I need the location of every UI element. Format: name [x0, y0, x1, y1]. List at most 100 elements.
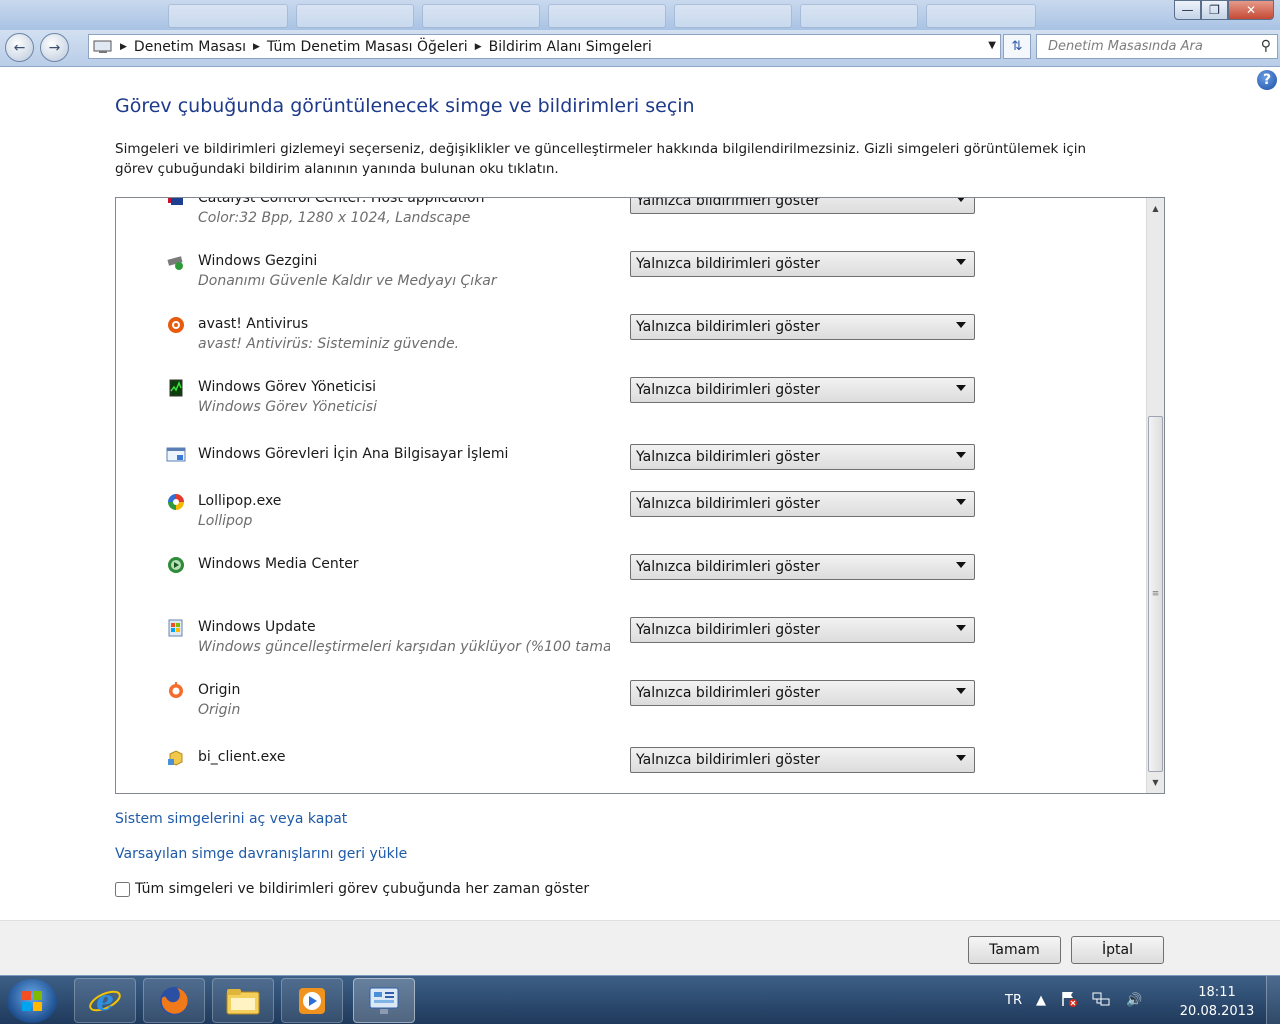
- close-button[interactable]: ✕: [1228, 0, 1274, 20]
- item-description: Windows güncelleştirmeleri karşıdan yükl…: [198, 639, 610, 655]
- page-title: Görev çubuğunda görüntülenecek simge ve …: [115, 95, 695, 117]
- background-tab: [296, 4, 414, 28]
- list-item: Origin Origin Yalnızca bildirimleri göst…: [116, 680, 1146, 732]
- dropdown-arrow-icon: [956, 625, 966, 631]
- item-description: Origin: [198, 702, 241, 718]
- windows-explorer-icon: [226, 988, 260, 1014]
- list-item: avast! Antivirus avast! Antivirüs: Siste…: [116, 314, 1146, 366]
- grip-icon: ≡: [1151, 589, 1160, 599]
- behavior-dropdown[interactable]: Yalnızca bildirimleri göster: [630, 314, 975, 340]
- breadcrumb-separator-icon[interactable]: ▶: [253, 42, 260, 52]
- item-description: Color:32 Bpp, 1280 x 1024, Landscape: [198, 210, 471, 226]
- address-bar[interactable]: ▶ Denetim Masası ▶ Tüm Denetim Masası Öğ…: [88, 34, 1001, 59]
- show-hidden-icons-icon[interactable]: ▲: [1036, 993, 1046, 1008]
- background-tab: [548, 4, 666, 28]
- item-name: Origin: [198, 682, 241, 698]
- behavior-dropdown[interactable]: Yalnızca bildirimleri göster: [630, 377, 975, 403]
- cancel-button[interactable]: İptal: [1071, 936, 1164, 964]
- breadcrumb-all-items[interactable]: Tüm Denetim Masası Öğeleri: [267, 39, 468, 55]
- item-name: bi_client.exe: [198, 749, 286, 765]
- behavior-dropdown[interactable]: Yalnızca bildirimleri göster: [630, 251, 975, 277]
- breadcrumb-control-panel[interactable]: Denetim Masası: [134, 39, 246, 55]
- background-tab: [926, 4, 1036, 28]
- network-icon[interactable]: [1092, 990, 1112, 1012]
- refresh-button[interactable]: ⇅: [1003, 34, 1031, 59]
- search-box[interactable]: ⚲: [1036, 34, 1278, 59]
- item-name: avast! Antivirus: [198, 316, 309, 332]
- item-name: Windows Media Center: [198, 556, 359, 572]
- restore-icon: ❐: [1209, 3, 1220, 17]
- list-item: Windows Update Windows güncelleştirmeler…: [116, 617, 1146, 669]
- help-button[interactable]: ?: [1257, 70, 1277, 90]
- windows-logo-icon: [22, 991, 42, 1011]
- breadcrumb-notification-icons[interactable]: Bildirim Alanı Simgeleri: [489, 39, 652, 55]
- firefox-button[interactable]: [143, 978, 205, 1023]
- behavior-dropdown[interactable]: Yalnızca bildirimleri göster: [630, 554, 975, 580]
- control-panel-location-icon: [93, 40, 112, 53]
- volume-icon[interactable]: 🔊: [1126, 993, 1142, 1008]
- forward-button[interactable]: →: [40, 33, 69, 62]
- restore-defaults-link[interactable]: Varsayılan simge davranışlarını geri yük…: [115, 846, 407, 862]
- dropdown-arrow-icon: [956, 198, 966, 202]
- svg-text:e: e: [96, 984, 114, 1017]
- catalyst-icon: [166, 198, 186, 208]
- system-clock[interactable]: 18:11 20.08.2013: [1178, 983, 1256, 1021]
- behavior-dropdown[interactable]: Yalnızca bildirimleri göster: [630, 747, 975, 773]
- breadcrumb-separator-icon: ▶: [120, 41, 127, 52]
- scrollbar-thumb[interactable]: ≡: [1148, 416, 1163, 772]
- windows-explorer-button[interactable]: [212, 978, 274, 1023]
- behavior-dropdown[interactable]: Yalnızca bildirimleri göster: [630, 491, 975, 517]
- dropdown-arrow-icon: [956, 688, 966, 694]
- taskbar: e TR ▲ 🔊 18:11 20.08.2013: [0, 975, 1280, 1024]
- list-item: Windows Görev Yöneticisi Windows Görev Y…: [116, 377, 1146, 429]
- dropdown-arrow-icon: [956, 322, 966, 328]
- item-description: avast! Antivirüs: Sisteminiz güvende.: [198, 336, 460, 352]
- internet-explorer-button[interactable]: e: [74, 978, 136, 1023]
- behavior-dropdown[interactable]: Yalnızca bildirimleri göster: [630, 617, 975, 643]
- minimize-button[interactable]: —: [1174, 0, 1201, 20]
- restore-button[interactable]: ❐: [1201, 0, 1228, 20]
- clock-time: 18:11: [1198, 985, 1236, 1000]
- page-description: Simgeleri ve bildirimleri gizlemeyi seçe…: [115, 141, 1087, 177]
- item-description: Windows Görev Yöneticisi: [198, 399, 377, 415]
- system-icons-link[interactable]: Sistem simgelerini aç veya kapat: [115, 811, 347, 827]
- item-name: Windows Gezgini: [198, 253, 318, 269]
- window-controls: — ❐ ✕: [1174, 0, 1274, 21]
- behavior-dropdown[interactable]: Yalnızca bildirimleri göster: [630, 197, 975, 214]
- search-icon[interactable]: ⚲: [1261, 38, 1271, 54]
- control-panel-button[interactable]: [353, 978, 415, 1023]
- language-indicator[interactable]: TR: [1005, 993, 1022, 1008]
- background-tab: [422, 4, 540, 28]
- breadcrumb-separator-icon[interactable]: ▶: [475, 42, 482, 52]
- item-name: Windows Görev Yöneticisi: [198, 379, 377, 395]
- start-button[interactable]: [7, 979, 57, 1023]
- control-panel-icon: [369, 987, 399, 1014]
- forward-arrow-icon: →: [48, 39, 61, 56]
- behavior-value: Yalnızca bildirimleri göster: [636, 197, 820, 209]
- always-show-all-label[interactable]: Tüm simgeleri ve bildirimleri görev çubu…: [135, 881, 589, 897]
- list-item: Windows Gezgini Donanımı Güvenle Kaldır …: [116, 251, 1146, 303]
- search-input[interactable]: [1048, 39, 1248, 54]
- back-button[interactable]: ←: [5, 33, 34, 62]
- behavior-value: Yalnızca bildirimleri göster: [636, 685, 820, 701]
- always-show-all-checkbox[interactable]: [115, 881, 130, 897]
- scroll-up-icon[interactable]: ▲: [1147, 200, 1164, 217]
- windows-update-icon: [166, 619, 186, 637]
- media-player-button[interactable]: [281, 978, 343, 1023]
- list-item: Windows Media Center Yalnızca bildirimle…: [116, 554, 1146, 606]
- behavior-dropdown[interactable]: Yalnızca bildirimleri göster: [630, 444, 975, 470]
- action-center-icon[interactable]: [1060, 990, 1078, 1012]
- close-icon: ✕: [1245, 3, 1257, 17]
- list-scrollbar[interactable]: ▲ ≡ ▼: [1146, 198, 1164, 793]
- navigation-bar: ← → ▶ Denetim Masası ▶ Tüm Denetim Masas…: [0, 30, 1280, 67]
- address-history-dropdown-icon[interactable]: ▼: [988, 40, 996, 51]
- behavior-value: Yalnızca bildirimleri göster: [636, 622, 820, 638]
- behavior-dropdown[interactable]: Yalnızca bildirimleri göster: [630, 680, 975, 706]
- ok-button[interactable]: Tamam: [968, 936, 1061, 964]
- scroll-down-icon[interactable]: ▼: [1147, 774, 1164, 791]
- media-player-icon: [299, 987, 325, 1014]
- clock-date: 20.08.2013: [1179, 1004, 1255, 1019]
- show-desktop-button[interactable]: [1266, 976, 1280, 1024]
- behavior-value: Yalnızca bildirimleri göster: [636, 319, 820, 335]
- dropdown-arrow-icon: [956, 385, 966, 391]
